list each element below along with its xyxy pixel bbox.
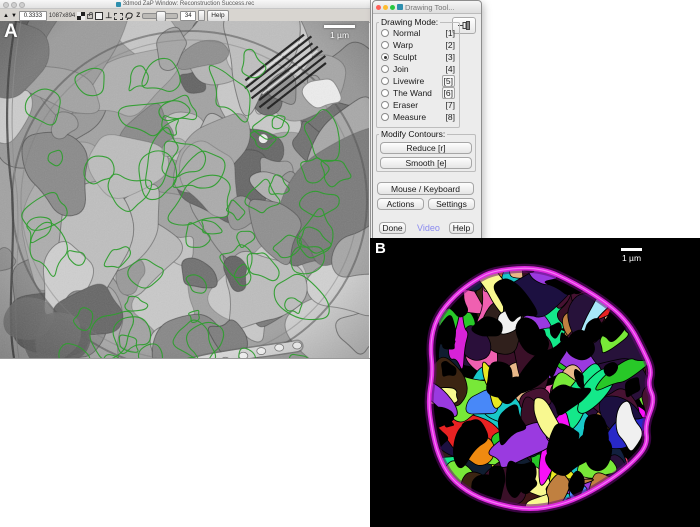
actions-button[interactable]: Actions [377,198,424,210]
scale-bar-label: 1 µm [622,253,641,263]
panel-a-label: A [4,21,18,43]
em-canvas[interactable]: A 1 µm [0,21,369,358]
radio-icon[interactable] [381,113,389,121]
radio-icon[interactable] [381,41,389,49]
z-slider-handle[interactable] [156,11,166,22]
image-size-label: 1087x894 [49,13,75,19]
section-spin-button[interactable] [198,10,205,21]
drawing-mode-group: Drawing Mode: Normal [1] Warp [2] Sculpt… [376,22,460,128]
z-slider[interactable] [142,13,178,19]
section-input[interactable]: 34 [180,11,196,21]
drawing-mode-option-measure[interactable]: Measure [8] [377,111,459,123]
radio-icon[interactable] [381,53,389,61]
help-button[interactable]: Help [449,222,474,234]
modify-contours-group: Modify Contours: Reduce [r] Smooth [e] [376,134,476,172]
zoom-window-icon[interactable] [19,2,25,8]
scale-bar-a: 1 µm [324,25,355,40]
rubberband-icon[interactable] [114,13,123,20]
dialog-titlebar[interactable]: Drawing Tool... [373,1,481,14]
settings-button[interactable]: Settings [428,198,475,210]
scale-bar-line [621,248,642,251]
document-icon [116,2,121,7]
smooth-button[interactable]: Smooth [e] [380,157,472,169]
model-view-panel: B 1 µm [370,238,700,527]
minimize-icon[interactable] [11,2,17,8]
zoom-up-icon[interactable]: ▲ [3,13,9,19]
drawing-mode-heading: Drawing Mode: [379,17,440,27]
toolbar-help-button[interactable]: Help [207,10,228,22]
scale-bar-b: 1 µm [621,248,642,263]
zap-titlebar[interactable]: 3dmod ZaP Window: Reconstruction Success… [0,0,370,9]
drawing-mode-option-the-wand[interactable]: The Wand [6] [377,87,459,99]
scale-bar-line [324,25,355,28]
minimize-icon[interactable] [383,5,388,10]
z-slider-label: Z [136,12,140,19]
modify-contours-heading: Modify Contours: [379,129,447,139]
drawing-mode-option-livewire[interactable]: Livewire [5] [377,75,459,87]
radio-icon[interactable] [381,29,389,37]
figure: 3dmod ZaP Window: Reconstruction Success… [0,0,700,527]
panel-b-label: B [375,240,386,257]
checkerboard-icon[interactable] [77,12,85,20]
zoom-input[interactable]: 0.3333 [19,11,47,21]
lasso-icon[interactable] [125,11,134,20]
zoom-down-icon[interactable]: ▼ [11,13,17,19]
drawing-mode-option-warp[interactable]: Warp [2] [377,39,459,51]
window-controls[interactable] [3,2,25,8]
drawing-mode-option-sculpt[interactable]: Sculpt [3] [377,51,459,63]
radio-icon[interactable] [381,77,389,85]
mouse-keyboard-button[interactable]: Mouse / Keyboard [377,182,474,195]
drawing-mode-option-eraser[interactable]: Eraser [7] [377,99,459,111]
drawing-tools-dialog: Drawing Tool... Drawing Mode: Normal [1]… [372,0,482,239]
insert-point-icon[interactable]: ⊥ [105,12,112,20]
lock-icon[interactable] [87,14,93,19]
em-image[interactable] [0,21,369,358]
drawing-mode-options: Normal [1] Warp [2] Sculpt [3] Join [4] [377,27,459,123]
video-link[interactable]: Video [417,223,440,233]
scale-bar-label: 1 µm [330,30,349,40]
dialog-title: Drawing Tool... [405,3,454,12]
dialog-window-controls[interactable] [376,5,395,10]
radio-icon[interactable] [381,89,389,97]
reduce-button[interactable]: Reduce [r] [380,142,472,154]
close-icon[interactable] [3,2,9,8]
center-square-icon[interactable] [95,12,103,20]
model-render [370,238,700,527]
dialog-app-icon [397,4,403,10]
done-button[interactable]: Done [379,222,406,234]
radio-icon[interactable] [381,101,389,109]
window-title: 3dmod ZaP Window: Reconstruction Success… [0,0,370,8]
window-title-text: 3dmod ZaP Window: Reconstruction Success… [123,1,255,7]
drawing-mode-option-normal[interactable]: Normal [1] [377,27,459,39]
drawing-mode-option-join[interactable]: Join [4] [377,63,459,75]
zap-window: 3dmod ZaP Window: Reconstruction Success… [0,0,371,359]
radio-icon[interactable] [381,65,389,73]
close-icon[interactable] [376,5,381,10]
zoom-window-icon[interactable] [390,5,395,10]
